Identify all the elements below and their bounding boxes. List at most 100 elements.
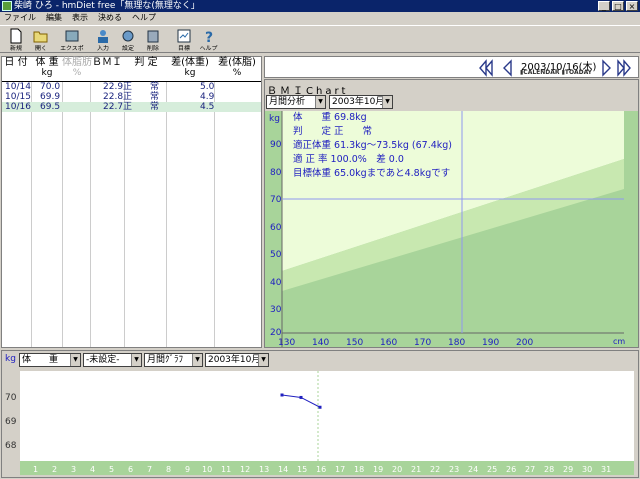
x-tick: 12 xyxy=(240,465,250,474)
y-tick: 70 xyxy=(270,195,282,205)
x-tick: 18 xyxy=(354,465,364,474)
menu-file[interactable]: ファイル xyxy=(4,12,36,24)
header-weight[interactable]: 体 重 kg xyxy=(32,57,62,81)
toolbar: 新規 開く エクスポ 入力 設定 削除 目標 ? ヘルプ xyxy=(0,25,640,53)
graph-type-select[interactable]: 月間ｸﾞﾗﾌ ▼ xyxy=(144,353,203,367)
new-button[interactable]: 新規 xyxy=(3,26,28,53)
export-button[interactable]: エクスポ xyxy=(59,26,84,53)
setting-select[interactable]: -未設定- ▼ xyxy=(83,353,142,367)
app-icon xyxy=(2,1,12,11)
menu-edit[interactable]: 編集 xyxy=(46,12,62,24)
cell-date: 10/16 xyxy=(5,102,31,112)
goal-icon xyxy=(175,28,193,44)
prev-month-icon[interactable] xyxy=(479,59,493,77)
x-tick: 27 xyxy=(525,465,535,474)
settings-button[interactable]: 設定 xyxy=(115,26,140,53)
x-tick: 19 xyxy=(373,465,383,474)
bmi-chart-panel: ＢＭＩChart 月間分析 ▼ 2003年10月 ▼ kg 90 80 70 60 … xyxy=(264,79,639,348)
input-button[interactable]: 入力 xyxy=(90,26,115,53)
cell-diff: 4.9 xyxy=(200,92,215,102)
x-tick: 200 xyxy=(516,338,533,347)
header-bodyfat[interactable]: 体脂肪% xyxy=(62,57,92,81)
prev-day-icon[interactable] xyxy=(501,59,515,77)
cell-bmi: 22.7 xyxy=(103,102,124,112)
cell-date: 10/15 xyxy=(5,92,31,102)
y-tick: 80 xyxy=(270,168,282,178)
cell-bmi: 22.9 xyxy=(103,82,124,92)
table-row[interactable]: 10/15 69.9 22.8 正 常 4.9 xyxy=(2,92,261,102)
window-title: 柴崎 ひろ - hmDiet free「無理な(無理なく」 xyxy=(14,1,200,11)
cell-diff: 4.5 xyxy=(200,102,215,112)
chevron-down-icon: ▼ xyxy=(70,354,80,366)
x-tick: 15 xyxy=(297,465,307,474)
close-button[interactable]: × xyxy=(626,1,638,11)
chevron-down-icon: ▼ xyxy=(131,354,141,366)
menu-decide[interactable]: 決める xyxy=(98,12,122,24)
header-diff-fat[interactable]: 差(体脂)% xyxy=(215,57,259,81)
month-select[interactable]: 2003年10月 ▼ xyxy=(329,95,393,109)
y-tick: 30 xyxy=(270,305,282,315)
cell-diff: 5.0 xyxy=(200,82,215,92)
maximize-button[interactable]: □ xyxy=(612,1,624,11)
menu-help[interactable]: ヘルプ xyxy=(132,12,156,24)
header-bmi[interactable]: ＢＭＩ xyxy=(90,57,124,81)
menu-bar: ファイル 編集 表示 決める ヘルプ xyxy=(0,12,640,24)
x-tick: 9 xyxy=(185,465,190,474)
info-proper-weight: 適正体重 61.3kg～73.5kg (67.4kg) xyxy=(293,139,452,151)
header-date[interactable]: 日 付 xyxy=(3,57,29,81)
calendar-today-links[interactable]: ▮CALENDAR ▮TOADAY xyxy=(520,69,592,76)
x-tick: 160 xyxy=(380,338,397,347)
input-icon xyxy=(94,28,112,44)
info-proper-rate: 適 正 率 100.0% 差 0.0 xyxy=(293,153,404,165)
cell-date: 10/14 xyxy=(5,82,31,92)
x-tick: 30 xyxy=(582,465,592,474)
x-tick: 20 xyxy=(392,465,402,474)
minimize-button[interactable]: _ xyxy=(598,1,610,11)
x-tick: 150 xyxy=(346,338,363,347)
x-tick: 26 xyxy=(506,465,516,474)
data-point xyxy=(280,393,284,397)
y-tick: 60 xyxy=(270,223,282,233)
header-judge[interactable]: 判 定 xyxy=(125,57,167,81)
x-tick: 22 xyxy=(430,465,440,474)
header-diff-weight[interactable]: 差(体重) kg xyxy=(167,57,213,81)
help-button[interactable]: ? ヘルプ xyxy=(196,26,221,53)
x-tick: 140 xyxy=(312,338,329,347)
mode-select[interactable]: 月間分析 ▼ xyxy=(266,95,326,109)
x-tick: 5 xyxy=(109,465,114,474)
data-point xyxy=(318,405,322,409)
next-day-icon[interactable] xyxy=(599,59,613,77)
x-tick: 21 xyxy=(411,465,421,474)
x-tick: 31 xyxy=(601,465,611,474)
title-bar: 柴崎 ひろ - hmDiet free「無理な(無理なく」 _ □ × xyxy=(0,0,640,12)
table-row-selected[interactable]: 10/16 69.5 22.7 正 常 4.5 xyxy=(2,102,261,112)
cell-judge: 正 常 xyxy=(123,82,160,92)
x-tick: 10 xyxy=(202,465,212,474)
cell-weight: 70.0 xyxy=(40,82,61,92)
menu-view[interactable]: 表示 xyxy=(72,12,88,24)
item-select[interactable]: 体 重 ▼ xyxy=(19,353,81,367)
x-tick: 16 xyxy=(316,465,326,474)
x-tick: 130 xyxy=(278,338,295,347)
x-tick: 29 xyxy=(563,465,573,474)
table-row[interactable]: 10/14 70.0 22.9 正 常 5.0 xyxy=(2,82,261,92)
next-month-icon[interactable] xyxy=(617,59,631,77)
y-tick: 70 xyxy=(5,393,17,403)
x-tick: 3 xyxy=(71,465,76,474)
y-unit-label: kg xyxy=(269,114,280,124)
x-tick: 25 xyxy=(487,465,497,474)
chevron-down-icon: ▼ xyxy=(192,354,202,366)
settings-icon xyxy=(119,28,137,44)
x-tick: 17 xyxy=(335,465,345,474)
data-table: 日 付 体 重 kg 体脂肪% ＢＭＩ 判 定 差(体重) kg 差(体脂)% 10… xyxy=(1,56,262,348)
month-select-bottom[interactable]: 2003年10月 ▼ xyxy=(205,353,269,367)
new-icon xyxy=(7,28,25,44)
delete-button[interactable]: 削除 xyxy=(140,26,165,53)
chevron-down-icon: ▼ xyxy=(382,96,392,108)
plot-area xyxy=(20,371,634,461)
open-icon xyxy=(32,28,50,44)
open-button[interactable]: 開く xyxy=(28,26,53,53)
goal-button[interactable]: 目標 xyxy=(171,26,196,53)
x-unit-label: cm xyxy=(613,337,625,346)
x-tick: 11 xyxy=(221,465,231,474)
